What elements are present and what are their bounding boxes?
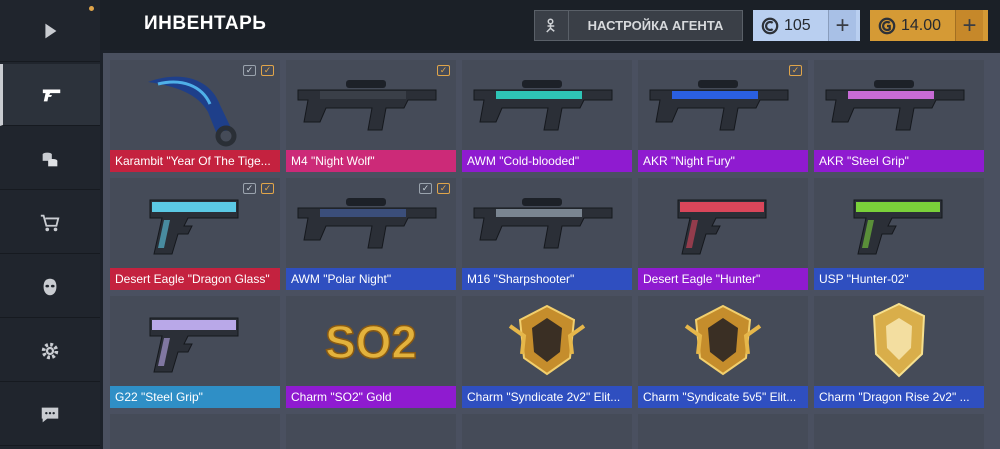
inventory-item-partial[interactable] — [638, 414, 808, 449]
check-icon: ✓ — [243, 65, 256, 76]
chat-tab[interactable] — [0, 384, 100, 446]
add-credits-button[interactable]: + — [828, 10, 856, 41]
inventory-item-partial[interactable] — [110, 414, 280, 449]
play-button[interactable] — [0, 0, 100, 62]
item-name: AKR "Steel Grip" — [814, 150, 984, 172]
play-icon — [45, 23, 57, 38]
agent-setup-button[interactable]: НАСТРОЙКА АГЕНТА — [534, 10, 743, 41]
item-image: SO2 — [324, 315, 418, 369]
pistol-icon — [42, 89, 60, 101]
credit-icon — [761, 17, 779, 34]
inventory-item[interactable]: SO2 Charm "SO2" Gold — [286, 296, 456, 408]
page-title: ИНВЕНТАРЬ — [144, 13, 267, 34]
inventory-item[interactable]: ✓ ✓ Desert Eagle "Dragon Glass" — [110, 178, 280, 290]
item-name: Desert Eagle "Dragon Glass" — [110, 268, 280, 290]
sidebar — [0, 0, 100, 449]
inventory-item[interactable]: AKR "Steel Grip" — [814, 60, 984, 172]
gold-balance: 14.00 + — [870, 10, 988, 41]
item-image — [872, 302, 926, 378]
inventory-item[interactable]: ✓ ✓ AWM "Polar Night" — [286, 178, 456, 290]
item-name: Karambit "Year Of The Tige... — [110, 150, 280, 172]
check-icon: ✓ — [789, 65, 802, 76]
check-icon: ✓ — [419, 183, 432, 194]
inventory-item[interactable]: AWM "Cold-blooded" — [462, 60, 632, 172]
check-icon: ✓ — [437, 183, 450, 194]
settings-tab[interactable] — [0, 320, 100, 382]
shop-tab[interactable] — [0, 192, 100, 254]
inventory-item-partial[interactable] — [814, 414, 984, 449]
item-image — [853, 199, 943, 255]
item-name: Charm "Syndicate 2v2" Elit... — [462, 386, 632, 408]
add-gold-button[interactable]: + — [955, 10, 983, 41]
check-icon: ✓ — [437, 65, 450, 76]
chat-icon — [41, 407, 59, 422]
agent-setup-label: НАСТРОЙКА АГЕНТА — [587, 18, 724, 33]
svg-text:SO2: SO2 — [325, 316, 417, 368]
coins-icon — [42, 152, 58, 166]
item-image — [649, 80, 789, 131]
check-icon: ✓ — [261, 65, 274, 76]
inventory-item[interactable]: Charm "Syndicate 5v5" Elit... — [638, 296, 808, 408]
item-image — [473, 80, 613, 131]
inventory-screen: ИНВЕНТАРЬ НАСТРОЙКА АГЕНТА 105 + 14.00 +… — [0, 0, 1000, 449]
inventory-item[interactable]: USP "Hunter-02" — [814, 178, 984, 290]
inventory-item[interactable]: Charm "Syndicate 2v2" Elit... — [462, 296, 632, 408]
item-image — [684, 304, 762, 376]
agents-tab[interactable] — [0, 256, 100, 318]
item-name: AWM "Polar Night" — [286, 268, 456, 290]
credits-value: 105 — [784, 16, 811, 34]
item-image — [297, 80, 437, 131]
gear-icon — [41, 342, 59, 359]
inventory-grid: ✓ ✓ Karambit "Year Of The Tige... ✓ M4 "Nigh… — [103, 53, 1000, 449]
inventory-item[interactable]: Charm "Dragon Rise 2v2" ... — [814, 296, 984, 408]
item-image — [508, 304, 586, 376]
item-image — [677, 199, 767, 255]
check-icon: ✓ — [261, 183, 274, 194]
item-image — [825, 80, 965, 131]
inventory-item-partial[interactable] — [286, 414, 456, 449]
item-image — [473, 198, 613, 249]
inventory-item-partial[interactable] — [462, 414, 632, 449]
agent-icon — [535, 11, 569, 40]
item-name: Charm "Syndicate 5v5" Elit... — [638, 386, 808, 408]
item-name: AKR "Night Fury" — [638, 150, 808, 172]
cart-icon — [40, 214, 60, 231]
mask-icon — [43, 278, 57, 295]
item-name: Desert Eagle "Hunter" — [638, 268, 808, 290]
item-name: AWM "Cold-blooded" — [462, 150, 632, 172]
inventory-item[interactable]: ✓ ✓ Karambit "Year Of The Tige... — [110, 60, 280, 172]
inventory-item[interactable]: M16 "Sharpshooter" — [462, 178, 632, 290]
inventory-item[interactable]: Desert Eagle "Hunter" — [638, 178, 808, 290]
gold-icon — [878, 17, 896, 34]
inventory-item[interactable]: ✓ M4 "Night Wolf" — [286, 60, 456, 172]
item-name: G22 "Steel Grip" — [110, 386, 280, 408]
item-name: USP "Hunter-02" — [814, 268, 984, 290]
inventory-item[interactable]: G22 "Steel Grip" — [110, 296, 280, 408]
item-image — [149, 317, 239, 373]
item-name: Charm "SO2" Gold — [286, 386, 456, 408]
credits-balance: 105 + — [753, 10, 860, 41]
item-name: M16 "Sharpshooter" — [462, 268, 632, 290]
check-icon: ✓ — [243, 183, 256, 194]
market-tab[interactable] — [0, 128, 100, 190]
gold-value: 14.00 — [901, 16, 942, 34]
item-name: M4 "Night Wolf" — [286, 150, 456, 172]
inventory-item[interactable]: ✓ AKR "Night Fury" — [638, 60, 808, 172]
item-name: Charm "Dragon Rise 2v2" ... — [814, 386, 984, 408]
inventory-tab[interactable] — [0, 64, 100, 126]
header: ИНВЕНТАРЬ НАСТРОЙКА АГЕНТА 105 + 14.00 + — [100, 0, 1000, 50]
